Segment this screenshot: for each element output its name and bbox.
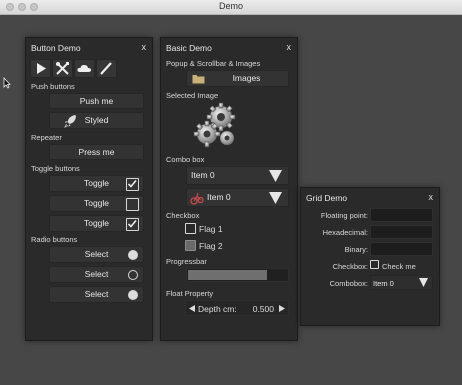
combo-box-2-value: Item 0 xyxy=(207,192,231,202)
binary-label: Binary: xyxy=(344,245,368,254)
popup-section-label: Popup & Scrollbar & Images xyxy=(166,59,261,68)
press-me-label: Press me xyxy=(78,147,115,157)
radio-label-1: Select xyxy=(84,249,109,259)
toggle-checkbox-1[interactable] xyxy=(126,177,139,191)
pen-icon xyxy=(100,62,112,75)
toggle-checkbox-3[interactable] xyxy=(126,217,139,231)
selected-image-label: Selected Image xyxy=(166,91,219,100)
bike-icon xyxy=(190,192,204,205)
app-titlebar: Demo xyxy=(0,0,462,15)
combo-box-label: Combo box xyxy=(166,155,205,164)
radio-button-2[interactable] xyxy=(128,270,138,280)
folder-icon xyxy=(192,75,205,84)
mouse-cursor-icon xyxy=(3,77,11,89)
toggle-button-2[interactable]: Toggle xyxy=(49,195,144,212)
styled-label: Styled xyxy=(84,115,109,125)
depth-label: Depth cm: xyxy=(198,304,237,314)
basic-demo-header[interactable]: Basic Demo x xyxy=(161,38,297,56)
radio-row-2[interactable]: Select xyxy=(49,266,144,283)
grid-demo-header[interactable]: Grid Demo x xyxy=(301,188,439,206)
button-demo-window: Button Demo x Push buttons Push me Style… xyxy=(25,37,153,341)
cloud-button[interactable] xyxy=(74,59,95,78)
play-icon xyxy=(37,63,46,74)
triangle-down-icon xyxy=(269,192,282,204)
tools-button[interactable] xyxy=(52,59,73,78)
push-me-button[interactable]: Push me xyxy=(49,93,144,109)
flag-1-checkbox[interactable] xyxy=(185,223,196,234)
depth-float-field[interactable]: Depth cm: 0.500 xyxy=(185,300,289,316)
toggle-label-1: Toggle xyxy=(83,178,110,188)
toggle-button-1[interactable]: Toggle xyxy=(49,175,144,192)
styled-button[interactable]: Styled xyxy=(49,112,144,129)
radio-button-3[interactable] xyxy=(128,290,138,300)
checkbox-section-label: Checkbox xyxy=(166,211,200,220)
binary-input[interactable] xyxy=(370,242,433,256)
images-label: Images xyxy=(232,73,261,83)
hexadecimal-input[interactable] xyxy=(370,225,433,239)
images-button[interactable]: Images xyxy=(186,70,289,87)
flag-2-label: Flag 2 xyxy=(199,241,223,251)
checkbox-label: Checkbox: xyxy=(332,262,368,271)
push-buttons-label: Push buttons xyxy=(31,82,75,91)
floating-point-input[interactable] xyxy=(370,208,433,222)
button-demo-header[interactable]: Button Demo x xyxy=(26,38,152,56)
decrement-arrow-icon[interactable] xyxy=(189,305,195,312)
toggle-checkbox-2[interactable] xyxy=(126,197,139,211)
toggle-button-3[interactable]: Toggle xyxy=(49,215,144,232)
flag-1-label: Flag 1 xyxy=(199,224,223,234)
tools-icon xyxy=(56,62,69,75)
radio-buttons-label: Radio buttons xyxy=(31,235,78,244)
depth-value: 0.500 xyxy=(252,304,274,314)
toggle-label-2: Toggle xyxy=(83,198,110,208)
radio-label-2: Select xyxy=(84,269,109,279)
repeater-label: Repeater xyxy=(31,133,62,142)
button-demo-close-button[interactable]: x xyxy=(142,42,147,52)
radio-button-1[interactable] xyxy=(128,250,138,260)
basic-demo-close-button[interactable]: x xyxy=(287,42,292,52)
grid-combobox[interactable]: Item 0 xyxy=(370,275,433,290)
push-me-label: Push me xyxy=(79,96,114,106)
hexadecimal-label: Hexadecimal: xyxy=(322,228,368,237)
toggle-buttons-label: Toggle buttons xyxy=(31,164,80,173)
progress-bar xyxy=(186,268,289,282)
basic-demo-title: Basic Demo xyxy=(166,43,212,53)
grid-demo-title: Grid Demo xyxy=(306,193,348,203)
button-demo-title: Button Demo xyxy=(31,43,81,53)
check-me-checkbox[interactable] xyxy=(370,260,379,269)
flag-2-checkbox[interactable] xyxy=(185,240,196,251)
radio-row-1[interactable]: Select xyxy=(49,246,144,263)
cloud-icon xyxy=(77,64,92,72)
gears-image xyxy=(193,102,236,148)
grid-demo-close-button[interactable]: x xyxy=(429,192,434,202)
combo-box-1[interactable]: Item 0 xyxy=(186,166,289,185)
increment-arrow-icon[interactable] xyxy=(279,305,285,312)
float-property-label: Float Property xyxy=(166,289,214,298)
basic-demo-window: Basic Demo x Popup & Scrollbar & Images … xyxy=(160,37,298,341)
grid-demo-window: Grid Demo x Floating point: Hexadecimal:… xyxy=(300,187,440,326)
checkmark-icon xyxy=(127,179,137,188)
triangle-down-icon xyxy=(269,170,282,182)
checkmark-icon xyxy=(127,219,137,228)
toggle-label-3: Toggle xyxy=(83,218,110,228)
play-button[interactable] xyxy=(30,59,51,78)
progressbar-label: Progressbar xyxy=(166,257,207,266)
radio-row-3[interactable]: Select xyxy=(49,286,144,303)
combobox-label: Combobox: xyxy=(329,279,368,288)
combo-box-2[interactable]: Item 0 xyxy=(186,188,289,207)
radio-label-3: Select xyxy=(84,289,109,299)
check-me-label: Check me xyxy=(382,262,416,271)
combo-box-1-value: Item 0 xyxy=(191,170,215,180)
app-title: Demo xyxy=(218,1,243,11)
grid-combobox-value: Item 0 xyxy=(373,278,394,288)
progress-bar-fill xyxy=(188,270,267,280)
triangle-down-icon xyxy=(419,278,428,287)
pen-button[interactable] xyxy=(96,59,117,78)
floating-point-label: Floating point: xyxy=(320,211,368,220)
workspace: Button Demo x Push buttons Push me Style… xyxy=(0,15,462,385)
press-me-button[interactable]: Press me xyxy=(49,144,144,160)
